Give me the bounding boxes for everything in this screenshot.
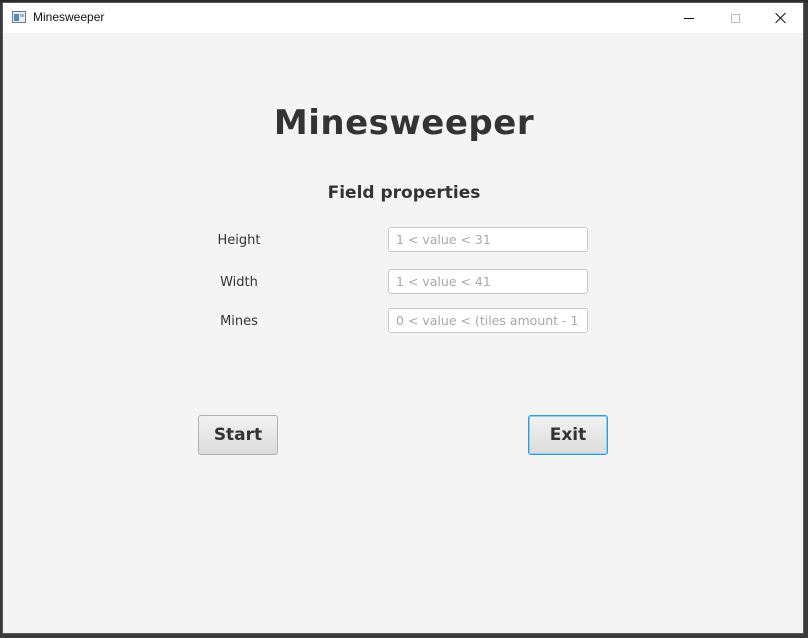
maximize-icon (730, 13, 740, 23)
height-label: Height (217, 233, 261, 248)
window-title: Minesweeper (33, 10, 105, 24)
exit-button[interactable]: Exit (528, 415, 608, 455)
close-icon (775, 12, 787, 24)
maximize-button[interactable] (712, 3, 758, 33)
app-window: Minesweeper Minesweeper Field properties… (2, 2, 804, 634)
width-label: Width (220, 275, 258, 290)
section-title: Field properties (327, 183, 481, 203)
start-button[interactable]: Start (198, 415, 278, 455)
mines-input[interactable] (388, 308, 588, 333)
app-window-icon (12, 11, 26, 23)
close-button[interactable] (758, 3, 804, 33)
height-input[interactable] (388, 227, 588, 252)
mines-label: Mines (220, 314, 258, 329)
app-heading: Minesweeper (273, 103, 535, 143)
minimize-icon (684, 17, 694, 19)
minimize-button[interactable] (666, 3, 712, 33)
title-bar[interactable]: Minesweeper (3, 3, 803, 33)
width-input[interactable] (388, 269, 588, 294)
